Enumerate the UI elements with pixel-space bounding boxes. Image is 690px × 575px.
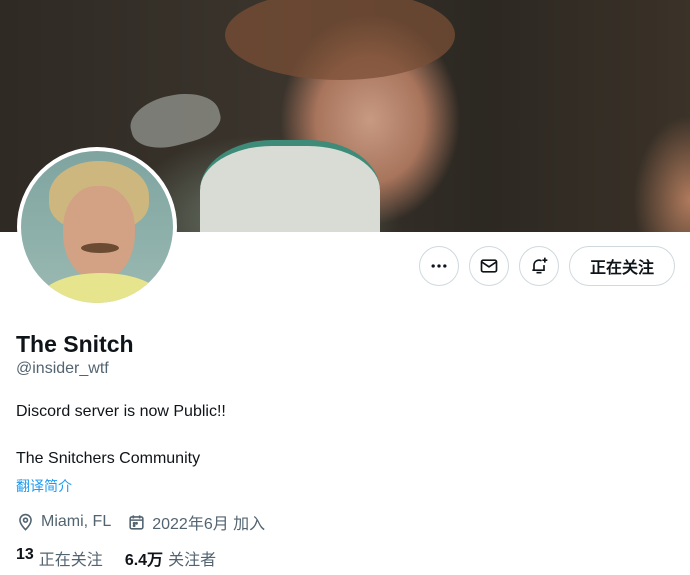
avatar-shirt bbox=[41, 273, 161, 303]
banner-photo-detail bbox=[225, 0, 455, 80]
banner-photo-detail bbox=[200, 140, 380, 232]
following-label: 正在关注 bbox=[38, 552, 103, 569]
location-item: Miami, FL bbox=[16, 513, 111, 532]
followers-count: 6.4万 bbox=[124, 552, 164, 569]
profile-actions: 正在关注 bbox=[418, 246, 675, 286]
followers-label: 关注者 bbox=[168, 552, 217, 569]
following-button[interactable]: 正在关注 bbox=[568, 246, 675, 286]
joined-text: 2022年6月 加入 bbox=[152, 516, 266, 533]
following-count: 13 bbox=[16, 546, 34, 563]
banner-photo-detail bbox=[125, 84, 225, 156]
avatar[interactable] bbox=[17, 147, 177, 307]
follow-stats: 13 正在关注 6.4万 关注者 bbox=[16, 546, 216, 570]
bell-plus-icon bbox=[532, 257, 548, 274]
translate-bio-link[interactable]: 翻译简介 bbox=[16, 476, 72, 496]
message-button[interactable] bbox=[468, 246, 509, 286]
calendar-icon bbox=[129, 514, 144, 530]
mail-icon bbox=[480, 259, 498, 273]
display-name: The Snitch bbox=[16, 331, 134, 357]
joined-item: 2022年6月 加入 bbox=[127, 510, 265, 534]
more-button[interactable] bbox=[418, 246, 459, 286]
notify-button[interactable] bbox=[518, 246, 559, 286]
avatar-face bbox=[63, 186, 135, 281]
more-horizontal-icon bbox=[431, 264, 447, 268]
location-text: Miami, FL bbox=[41, 513, 112, 530]
bio-line: Discord server is now Public!! bbox=[16, 403, 226, 420]
user-handle: @insider_wtf bbox=[16, 360, 109, 377]
bio-line: The Snitchers Community bbox=[16, 450, 201, 467]
followers-stat[interactable]: 6.4万 关注者 bbox=[125, 546, 216, 570]
location-pin-icon bbox=[19, 513, 32, 531]
following-stat[interactable]: 13 正在关注 bbox=[16, 546, 103, 570]
avatar-mustache bbox=[81, 243, 119, 253]
profile-meta: Miami, FL 2022年6月 加入 bbox=[16, 510, 265, 534]
